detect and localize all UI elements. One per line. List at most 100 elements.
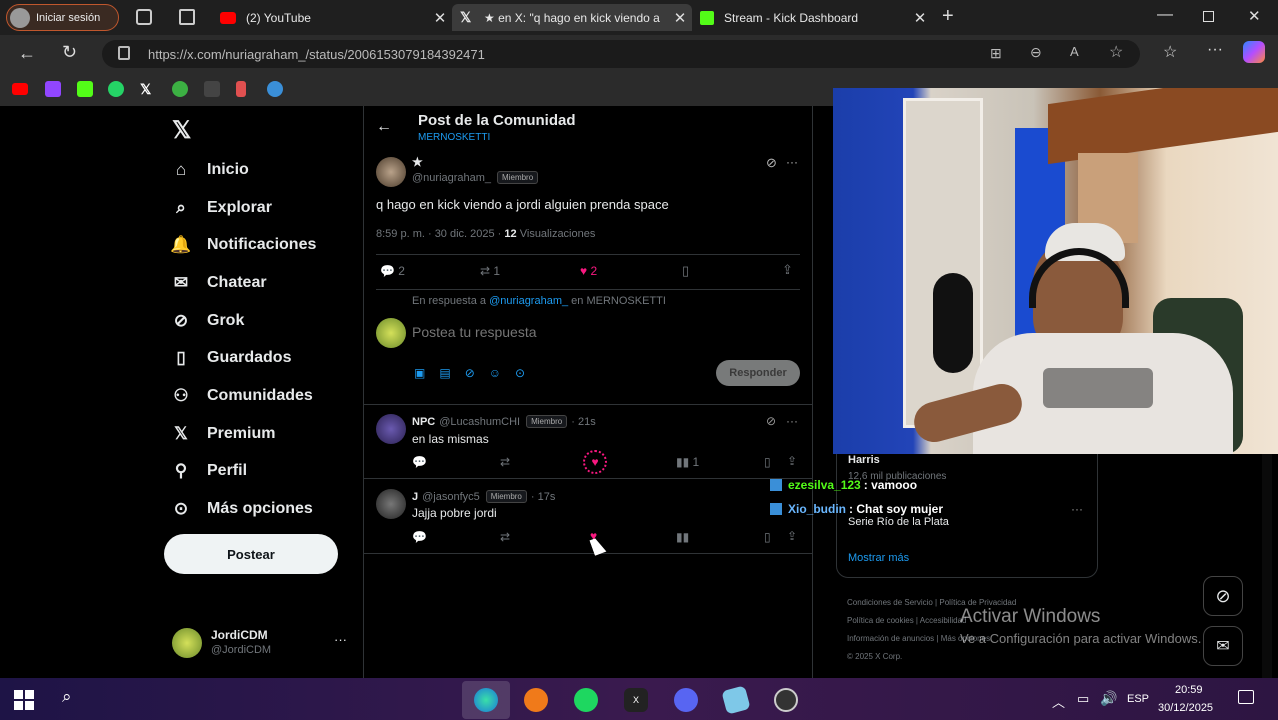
cloud-bookmark-icon[interactable] [267, 81, 283, 97]
x-bookmark-icon[interactable]: 𝕏 [140, 81, 156, 97]
reply-button[interactable]: 💬 [412, 455, 427, 469]
game-bookmark-icon[interactable] [172, 81, 188, 97]
chat-username[interactable]: ezesilva_123 [788, 478, 861, 492]
share-icon[interactable]: ⇪ [787, 454, 797, 468]
reply-time[interactable]: · 21s [571, 416, 595, 428]
m-bookmark-icon[interactable] [204, 81, 220, 97]
avatar[interactable] [376, 489, 406, 519]
like-button[interactable]: ♥ [583, 450, 607, 474]
grok-icon[interactable]: ⊘ [766, 155, 777, 171]
grok-icon[interactable]: ⊘ [766, 414, 776, 428]
footer-link[interactable]: Política de cookies [847, 616, 914, 625]
grok-float-button[interactable]: ⊘ [1203, 576, 1243, 616]
apps-icon[interactable]: ⊞ [990, 45, 1002, 62]
bookmark-icon[interactable]: ▯ [764, 455, 771, 469]
reply-time[interactable]: · 17s [531, 491, 555, 503]
nav-item-bell[interactable]: 🔔 Notificaciones [168, 235, 316, 255]
show-more-link[interactable]: Mostrar más [848, 552, 909, 564]
notifications-icon[interactable] [1238, 690, 1254, 704]
nav-item-search[interactable]: ⌕ Explorar [168, 198, 272, 218]
url-input[interactable]: https://x.com/nuriagraham_/status/200615… [102, 40, 1140, 68]
refresh-icon[interactable]: ↻ [62, 42, 77, 63]
nav-item-people[interactable]: ⚇ Comunidades [168, 386, 312, 406]
location-icon[interactable]: ⊙ [515, 366, 525, 380]
chat-username[interactable]: Xio_budin [788, 502, 846, 516]
youtube-bookmark-icon[interactable] [12, 83, 28, 95]
more-icon[interactable]: ··· [1207, 41, 1223, 59]
bookmark-icon[interactable]: ▯ [764, 530, 771, 544]
windows-start-icon[interactable] [14, 690, 34, 710]
nav-item-bookmark[interactable]: ▯ Guardados [168, 348, 291, 368]
tab-kick[interactable]: Stream - Kick Dashboard ✕ [692, 4, 932, 31]
clock-date[interactable]: 30/12/2025 [1158, 702, 1213, 714]
reply-context-mention[interactable]: @nuriagraham_ [489, 295, 568, 307]
tab-youtube[interactable]: (2) YouTube ✕ [212, 4, 452, 31]
more-icon[interactable]: ··· [1071, 502, 1083, 516]
new-tab-icon[interactable]: + [942, 5, 954, 28]
sidebar-name[interactable]: Harris [848, 454, 880, 466]
back-icon[interactable]: ← [18, 43, 36, 64]
restore-icon[interactable] [1203, 11, 1214, 22]
reply-author-name[interactable]: NPC [412, 416, 435, 428]
twitch-bookmark-icon[interactable] [45, 81, 61, 97]
reply-author-handle[interactable]: @LucashumCHI [439, 416, 520, 428]
image-icon[interactable]: ▣ [414, 366, 425, 380]
kick-bookmark-icon[interactable] [77, 81, 93, 97]
sidebar-location[interactable]: Serie Río de la Plata [848, 516, 949, 528]
network-icon[interactable]: ▭ [1077, 691, 1089, 707]
reply-button[interactable]: 💬 2 [380, 264, 405, 278]
zoom-icon[interactable]: ⊖ [1030, 44, 1042, 61]
edge-icon[interactable] [474, 688, 498, 712]
footer-link[interactable]: Información de anuncios [847, 634, 934, 643]
nav-item-more[interactable]: ⊙ Más opciones [168, 499, 313, 519]
post-timestamp[interactable]: 8:59 p. m. · 30 dic. 2025 · [376, 228, 501, 240]
repost-button[interactable]: ⇄ 1 [480, 264, 500, 278]
tray-chevron-icon[interactable]: ︿ [1052, 692, 1065, 711]
share-icon[interactable]: ⇪ [787, 529, 797, 543]
discord-icon[interactable] [674, 688, 698, 712]
close-icon[interactable]: ✕ [428, 9, 452, 27]
clock-time[interactable]: 20:59 [1175, 684, 1203, 696]
fl-studio-icon[interactable] [524, 688, 548, 712]
nav-item-mail[interactable]: ✉ Chatear [168, 273, 267, 293]
xsplit-icon[interactable]: X [624, 688, 648, 712]
footer-link[interactable]: Condiciones de Servicio [847, 598, 933, 607]
search-icon[interactable]: ⌕ [62, 687, 72, 707]
avatar[interactable] [376, 157, 406, 187]
post-author-name[interactable]: ★ [412, 155, 423, 169]
favorite-star-icon[interactable]: ☆ [1109, 42, 1123, 62]
reply-author-name[interactable]: J [412, 491, 418, 503]
close-icon[interactable]: ✕ [908, 9, 932, 27]
close-icon[interactable]: ✕ [668, 9, 692, 27]
language-indicator[interactable]: ESP [1127, 693, 1149, 705]
reply-submit-button[interactable]: Responder [716, 360, 800, 386]
post-button[interactable]: Postear [164, 534, 338, 574]
app-bookmark-icon[interactable] [236, 81, 246, 97]
share-icon[interactable]: ⇪ [782, 262, 793, 278]
spotify-icon[interactable] [574, 688, 598, 712]
x-logo-icon[interactable]: 𝕏 [172, 116, 191, 145]
grok-icon[interactable]: ⊘ [465, 366, 475, 380]
post-author-handle[interactable]: @nuriagraham_ [412, 172, 491, 184]
emoji-icon[interactable]: ☺ [489, 366, 501, 380]
like-button[interactable]: ♥ 2 [580, 264, 597, 278]
community-link[interactable]: MERNOSKETTI [418, 132, 490, 143]
reply-author-handle[interactable]: @jasonfyc5 [422, 491, 480, 503]
reply-input[interactable] [412, 320, 792, 344]
tab-actions-icon[interactable] [179, 9, 195, 25]
bookmark-icon[interactable]: ▯ [682, 263, 689, 279]
whatsapp-bookmark-icon[interactable] [108, 81, 124, 97]
gif-icon[interactable]: ▤ [439, 366, 450, 380]
copilot-icon[interactable] [1243, 41, 1265, 63]
views-button[interactable]: ▮▮ 1 [676, 455, 699, 469]
more-icon[interactable]: ··· [786, 414, 798, 428]
nav-item-x[interactable]: 𝕏 Premium [168, 424, 275, 444]
account-switcher[interactable]: JordiCDM @JordiCDM ··· [172, 626, 352, 662]
collections-icon[interactable] [136, 9, 152, 25]
nav-item-grok[interactable]: ⊘ Grok [168, 311, 244, 331]
obs-icon[interactable] [774, 688, 798, 712]
reply-button[interactable]: 💬 [412, 530, 427, 544]
views-button[interactable]: ▮▮ [676, 530, 689, 544]
more-icon[interactable]: ··· [786, 155, 798, 169]
nav-item-home[interactable]: ⌂ Inicio [168, 160, 249, 180]
